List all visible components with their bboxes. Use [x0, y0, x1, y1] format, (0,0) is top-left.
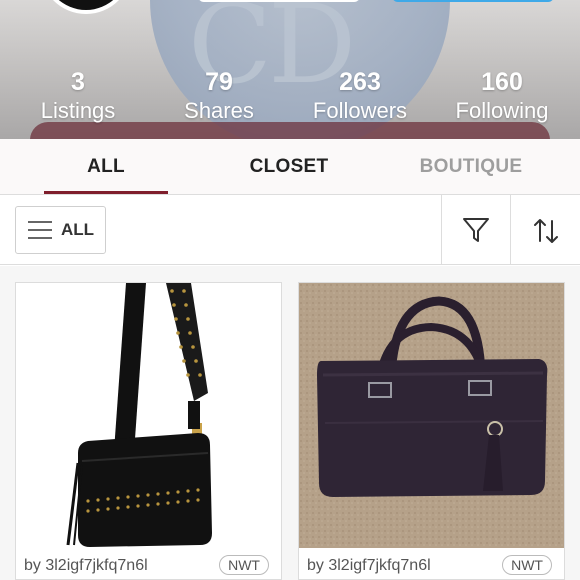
listing-footer: by 3l2igf7jkfq7n6l NWT	[299, 551, 564, 580]
listing-image[interactable]	[299, 283, 564, 548]
listing-seller[interactable]: by 3l2igf7jkfq7n6l	[24, 557, 148, 575]
stat-followers-label: Followers	[312, 98, 408, 123]
stat-shares-value: 79	[205, 68, 233, 96]
listing-image[interactable]	[16, 283, 281, 548]
listing-card[interactable]: by 3l2igf7jkfq7n6l NWT	[298, 282, 565, 580]
stat-following-label: Following	[455, 98, 549, 123]
sort-icon	[534, 219, 558, 243]
crossbody-bag-image	[66, 283, 212, 547]
closet-tabs: ALL CLOSET BOUTIQUE	[0, 139, 580, 195]
profile-cover: CD 3 Listings 79 Shares 263 Followers 16…	[0, 0, 580, 139]
listing-seller[interactable]: by 3l2igf7jkfq7n6l	[307, 557, 431, 575]
stat-following[interactable]: 160 Following	[432, 66, 572, 124]
listing-footer: by 3l2igf7jkfq7n6l NWT	[16, 551, 281, 580]
stat-listings[interactable]: 3 Listings	[8, 66, 148, 124]
listing-card[interactable]: by 3l2igf7jkfq7n6l NWT	[15, 282, 282, 580]
category-dropdown-label: ALL	[61, 220, 95, 239]
avatar[interactable]	[40, 0, 132, 14]
filter-icon	[463, 218, 489, 242]
filter-bar: ALL	[0, 195, 580, 265]
category-dropdown-button[interactable]: ALL	[15, 206, 106, 254]
stat-followers-value: 263	[339, 68, 381, 96]
stat-shares-label: Shares	[184, 98, 254, 123]
stat-shares[interactable]: 79 Shares	[149, 66, 289, 124]
menu-icon	[28, 221, 52, 239]
tab-boutique[interactable]: BOUTIQUE	[404, 139, 538, 195]
stat-listings-label: Listings	[40, 98, 116, 123]
nwt-badge: NWT	[502, 555, 552, 575]
nwt-badge: NWT	[219, 555, 269, 575]
filter-button[interactable]	[442, 195, 510, 265]
stat-following-value: 160	[481, 68, 523, 96]
tab-closet[interactable]: CLOSET	[224, 139, 354, 195]
active-tab-indicator	[44, 191, 168, 194]
sort-button[interactable]	[511, 195, 579, 265]
stat-followers[interactable]: 263 Followers	[290, 66, 430, 124]
stat-listings-value: 3	[71, 68, 85, 96]
satchel-bag-image	[299, 283, 564, 548]
edit-profile-button[interactable]	[198, 0, 360, 2]
tab-all[interactable]: ALL	[44, 139, 168, 195]
follow-button[interactable]	[392, 0, 554, 2]
profile-stats: 3 Listings 79 Shares 263 Followers 160 F…	[0, 66, 580, 126]
